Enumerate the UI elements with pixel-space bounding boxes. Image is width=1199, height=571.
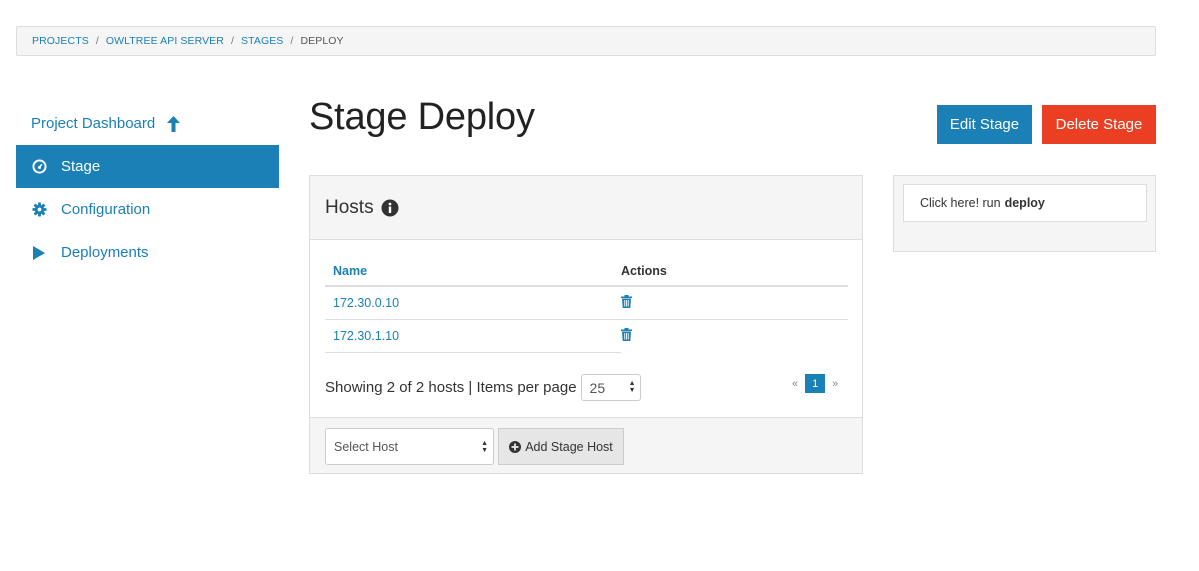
play-icon <box>31 245 47 260</box>
items-per-page-value: 25 <box>589 379 606 396</box>
hosts-panel-footer: Select Host ▲ ▼ Add Stage Host <box>310 417 862 473</box>
pager-next[interactable]: » <box>832 378 838 390</box>
table-row: 172.30.0.10 <box>325 286 848 320</box>
delete-stage-button[interactable]: Delete Stage <box>1042 105 1156 144</box>
sidebar-item-label: Project Dashboard <box>31 115 156 132</box>
hosts-panel: Hosts Name Actions 172.30.0.10 172.30.1.… <box>309 175 863 474</box>
run-prefix: Click here! run <box>920 196 1001 210</box>
column-header-actions: Actions <box>621 256 848 287</box>
trash-icon[interactable] <box>621 327 632 344</box>
run-command: deploy <box>1004 196 1045 210</box>
row-actions <box>621 319 848 352</box>
plus-circle-icon <box>509 440 522 453</box>
breadcrumb-projects[interactable]: PROJECTS <box>32 35 89 47</box>
hosts-panel-header: Hosts <box>310 176 862 240</box>
info-icon[interactable] <box>381 199 399 217</box>
pager-page-current[interactable]: 1 <box>805 374 826 393</box>
trash-icon[interactable] <box>621 294 632 311</box>
run-deploy-link[interactable]: Click here! run deploy <box>903 184 1147 222</box>
dashboard-gauge-icon <box>31 159 47 174</box>
select-host-value: Select Host <box>334 439 398 454</box>
sidebar-item-label: Configuration <box>61 201 151 218</box>
edit-stage-button[interactable]: Edit Stage <box>937 105 1032 144</box>
table-row: 172.30.1.10 <box>325 319 848 353</box>
items-per-page-select[interactable]: 25 ▲ ▼ <box>580 374 641 401</box>
host-name-link[interactable]: 172.30.1.10 <box>325 319 621 353</box>
breadcrumb: PROJECTS / OWLTREE API SERVER / STAGES /… <box>16 26 1156 56</box>
breadcrumb-stages[interactable]: STAGES <box>241 35 283 47</box>
pagination: « 1 » <box>792 374 838 393</box>
gear-icon <box>31 202 47 217</box>
hosts-table: Name Actions 172.30.0.10 172.30.1.10 <box>325 256 848 353</box>
host-name-link[interactable]: 172.30.0.10 <box>325 286 621 320</box>
hosts-panel-title: Hosts <box>325 196 374 218</box>
add-stage-host-button[interactable]: Add Stage Host <box>498 428 624 465</box>
page-title: Stage Deploy <box>309 96 535 138</box>
column-header-name[interactable]: Name <box>325 256 621 287</box>
breadcrumb-project[interactable]: OWLTREE API SERVER <box>106 35 224 47</box>
sidebar-item-project-dashboard[interactable]: Project Dashboard <box>16 102 279 145</box>
select-host-dropdown[interactable]: Select Host ▲ ▼ <box>325 428 494 465</box>
sidebar-item-stage[interactable]: Stage <box>16 145 279 188</box>
breadcrumb-current: DEPLOY <box>300 35 344 47</box>
updown-chevron-icon: ▲ ▼ <box>481 440 488 454</box>
pager-prev[interactable]: « <box>792 378 798 390</box>
add-stage-host-label: Add Stage Host <box>525 439 613 454</box>
sidebar-item-label: Stage <box>61 158 101 175</box>
breadcrumb-separator: / <box>95 35 99 47</box>
arrow-up-icon <box>167 115 181 132</box>
row-actions <box>621 286 848 320</box>
pagination-summary: Showing 2 of 2 hosts | Items per page 25… <box>325 374 641 401</box>
sidebar-item-label: Deployments <box>61 244 149 261</box>
sidebar: Project Dashboard Stage Configuration De… <box>16 102 279 274</box>
breadcrumb-separator: / <box>290 35 294 47</box>
updown-chevron-icon: ▲ ▼ <box>628 380 636 394</box>
run-command-panel: Click here! run deploy <box>893 175 1156 252</box>
sidebar-item-deployments[interactable]: Deployments <box>16 231 279 274</box>
sidebar-item-configuration[interactable]: Configuration <box>16 188 279 231</box>
breadcrumb-separator: / <box>230 35 234 47</box>
showing-text: Showing 2 of 2 hosts | Items per page <box>325 379 577 396</box>
